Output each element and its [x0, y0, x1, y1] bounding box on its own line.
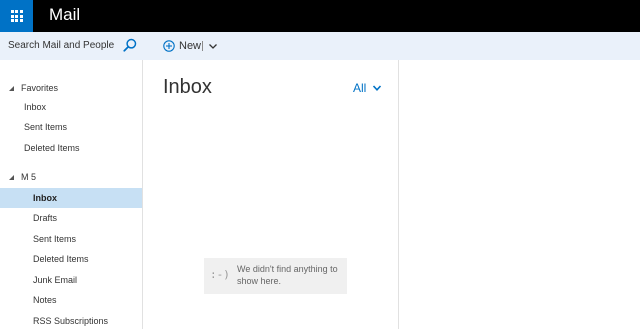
favorites-item-deleted-items[interactable]: Deleted Items [0, 138, 142, 158]
favorites-label: Favorites [21, 83, 59, 93]
search-box[interactable]: Search Mail and People [0, 32, 143, 60]
smiley-icon: :-) [210, 268, 230, 281]
new-message-button[interactable]: New [163, 39, 201, 53]
top-header-bar: Mail [0, 0, 640, 32]
search-input[interactable]: Search Mail and People [8, 40, 114, 52]
folder-item-rss-subscriptions[interactable]: RSS Subscriptions [0, 311, 142, 329]
account-label: M 5 [21, 172, 37, 182]
folder-item-junk-email[interactable]: Junk Email [0, 270, 142, 290]
folder-pane: Favorites Inbox Sent Items Deleted Items… [0, 60, 143, 329]
search-icon[interactable] [123, 38, 137, 52]
folder-item-notes[interactable]: Notes [0, 290, 142, 310]
app-title: Mail [49, 5, 81, 24]
app-launcher-button[interactable] [0, 0, 33, 32]
favorites-item-inbox[interactable]: Inbox [0, 97, 142, 117]
folder-item-deleted-items[interactable]: Deleted Items [0, 249, 142, 269]
folder-item-sent-items[interactable]: Sent Items [0, 229, 142, 249]
chevron-down-icon[interactable] [207, 40, 219, 52]
account-header[interactable]: M 5 [8, 172, 36, 182]
chevron-down-icon [373, 85, 382, 91]
app-launcher-waffle-icon [10, 10, 23, 22]
empty-state-message: We didn't find anything to show here. [237, 264, 338, 286]
new-button-label: New [179, 39, 202, 52]
folder-title: Inbox [163, 76, 212, 98]
filter-label: All [353, 81, 367, 95]
folder-item-inbox[interactable]: Inbox [0, 188, 142, 208]
collapse-triangle-icon [9, 174, 14, 180]
message-list-pane: Inbox All :-) We didn't find anything to… [144, 60, 399, 329]
command-divider [202, 41, 203, 51]
empty-state-box: :-) We didn't find anything to show here… [204, 258, 347, 294]
filter-dropdown[interactable]: All [353, 81, 382, 95]
favorites-header[interactable]: Favorites [8, 83, 58, 93]
folder-item-drafts[interactable]: Drafts [0, 208, 142, 228]
favorites-item-sent-items[interactable]: Sent Items [0, 117, 142, 137]
reading-pane [400, 60, 640, 329]
collapse-triangle-icon [9, 85, 14, 91]
plus-circle-icon [163, 40, 175, 52]
command-bar: Search Mail and People New [0, 32, 640, 60]
